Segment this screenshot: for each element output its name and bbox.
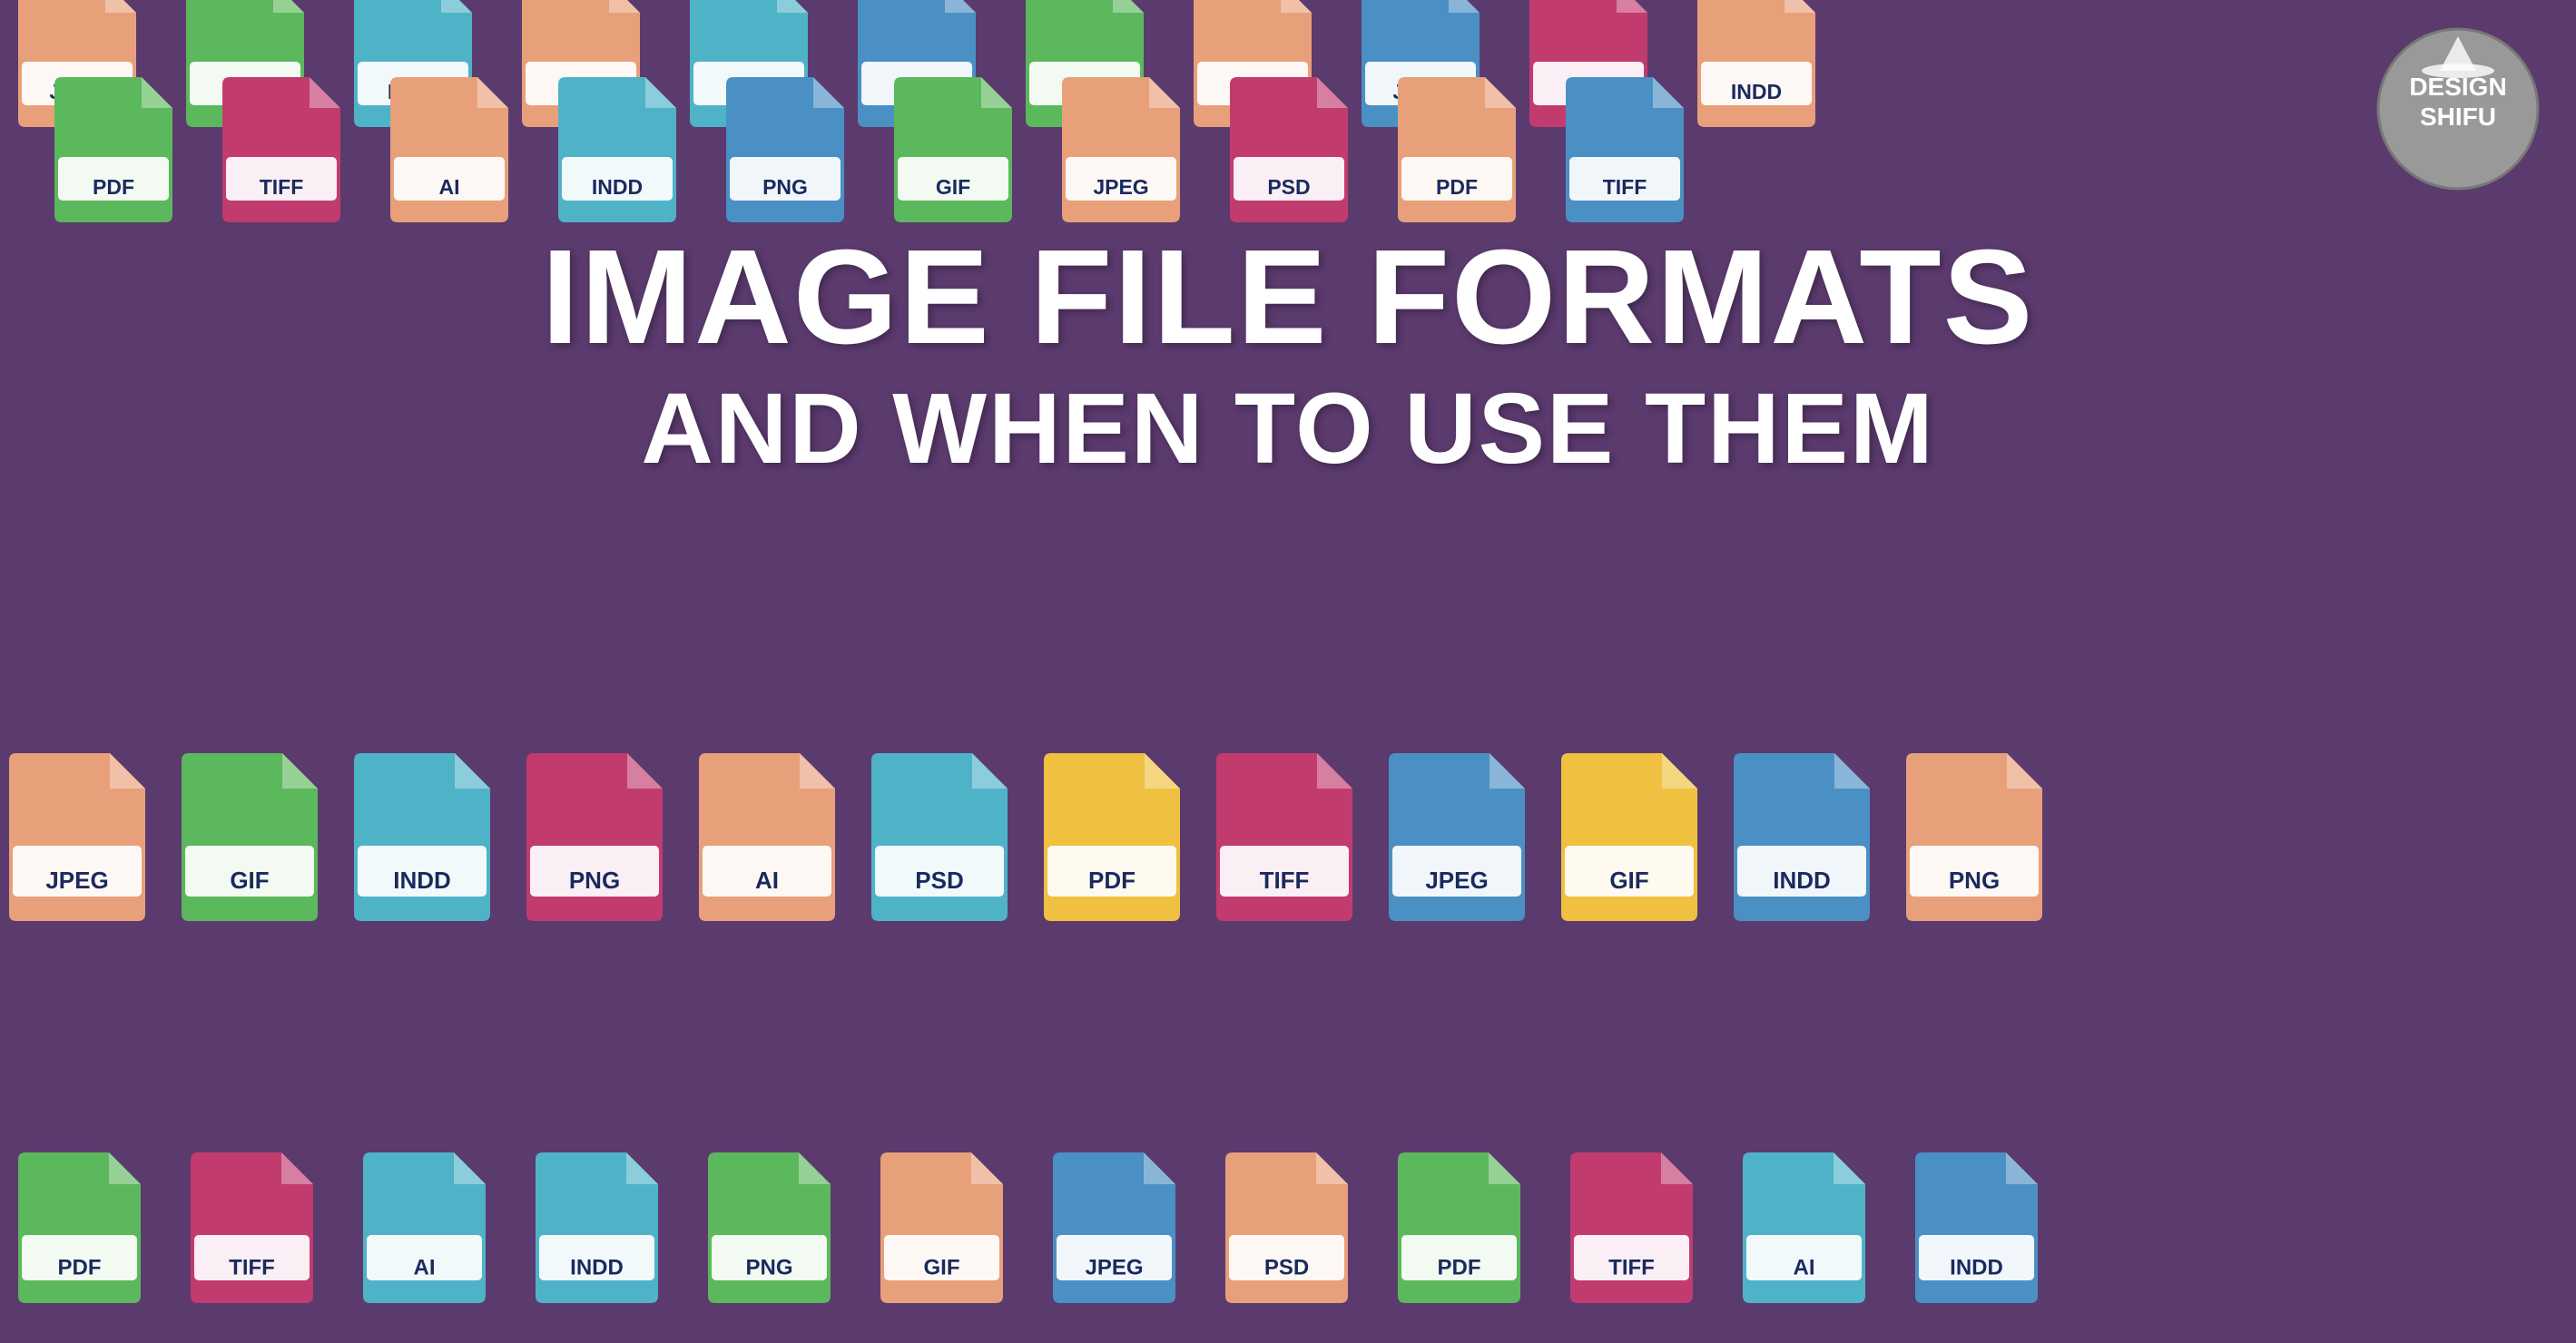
svg-text:PDF: PDF [93, 175, 134, 199]
svg-text:PDF: PDF [1438, 1255, 1481, 1279]
file-icon: GIF [182, 753, 318, 926]
svg-text:GIF: GIF [924, 1255, 960, 1279]
svg-text:AI: AI [755, 867, 779, 894]
file-icon: INDD [1734, 753, 1870, 926]
file-icon: PSD [1225, 1152, 1348, 1308]
svg-text:AI: AI [414, 1255, 436, 1279]
file-icon: PNG [1906, 753, 2042, 926]
file-icon: JPEG [1389, 753, 1525, 926]
file-icon: PSD [871, 753, 1008, 926]
svg-text:INDD: INDD [1950, 1255, 2003, 1279]
main-content: IMAGE FILE FORMATS AND WHEN TO USE THEM [0, 227, 2576, 482]
svg-text:PNG: PNG [762, 175, 808, 199]
logo-area: DESIGN SHIFU [2376, 27, 2540, 191]
file-icon: TIFF [222, 77, 340, 227]
svg-text:SHIFU: SHIFU [2420, 103, 2496, 131]
file-icon: PNG [708, 1152, 831, 1308]
file-icon: JPEG [9, 753, 145, 926]
svg-text:AI: AI [1794, 1255, 1815, 1279]
file-icon: INDD [536, 1152, 658, 1308]
svg-text:TIFF: TIFF [1608, 1255, 1655, 1279]
svg-text:JPEG: JPEG [45, 867, 108, 894]
svg-text:INDD: INDD [1773, 867, 1831, 894]
file-icon: PDF [1398, 1152, 1520, 1308]
svg-text:PSD: PSD [915, 867, 963, 894]
svg-text:PNG: PNG [1949, 867, 2000, 894]
svg-text:TIFF: TIFF [260, 175, 304, 199]
svg-text:JPEG: JPEG [1093, 175, 1148, 199]
file-icon: GIF [880, 1152, 1003, 1308]
svg-text:PDF: PDF [1088, 867, 1136, 894]
file-icon: AI [699, 753, 835, 926]
svg-text:INDD: INDD [1731, 80, 1782, 103]
title-line2: AND WHEN TO USE THEM [0, 377, 2576, 482]
file-icon: PNG [526, 753, 663, 926]
svg-text:GIF: GIF [936, 175, 970, 199]
file-icon: INDD [1697, 0, 1815, 132]
file-icon: PDF [1044, 753, 1180, 926]
file-icon: TIFF [1570, 1152, 1693, 1308]
svg-text:TIFF: TIFF [229, 1255, 275, 1279]
file-icon: INDD [354, 753, 490, 926]
file-icon: JPEG [1062, 77, 1180, 227]
svg-text:INDD: INDD [393, 867, 451, 894]
file-icon: JPEG [1053, 1152, 1175, 1308]
svg-text:PSD: PSD [1267, 175, 1310, 199]
svg-text:PNG: PNG [745, 1255, 792, 1279]
file-icon: PDF [1398, 77, 1516, 227]
file-icon: PNG [726, 77, 844, 227]
file-icon: AI [390, 77, 508, 227]
file-icon: GIF [1561, 753, 1697, 926]
file-icon: GIF [894, 77, 1012, 227]
file-icon: PSD [1230, 77, 1348, 227]
svg-text:PDF: PDF [1436, 175, 1478, 199]
file-icon: PDF [54, 77, 172, 227]
svg-text:JPEG: JPEG [1425, 867, 1488, 894]
svg-text:GIF: GIF [230, 867, 269, 894]
file-icon: TIFF [1566, 77, 1684, 227]
svg-text:PSD: PSD [1264, 1255, 1309, 1279]
title-line1: IMAGE FILE FORMATS [0, 227, 2576, 368]
svg-text:TIFF: TIFF [1603, 175, 1647, 199]
svg-text:GIF: GIF [1609, 867, 1648, 894]
svg-text:INDD: INDD [570, 1255, 624, 1279]
file-icon: TIFF [1216, 753, 1352, 926]
file-icon: INDD [1915, 1152, 2038, 1308]
file-icon: TIFF [191, 1152, 313, 1308]
svg-text:PNG: PNG [569, 867, 620, 894]
svg-text:AI: AI [439, 175, 460, 199]
file-icon: PDF [18, 1152, 141, 1308]
svg-text:PDF: PDF [58, 1255, 102, 1279]
file-icon: AI [363, 1152, 486, 1308]
file-icon: AI [1743, 1152, 1865, 1308]
file-icon: INDD [558, 77, 676, 227]
svg-text:TIFF: TIFF [1260, 867, 1310, 894]
svg-text:JPEG: JPEG [1085, 1255, 1143, 1279]
svg-text:INDD: INDD [592, 175, 643, 199]
